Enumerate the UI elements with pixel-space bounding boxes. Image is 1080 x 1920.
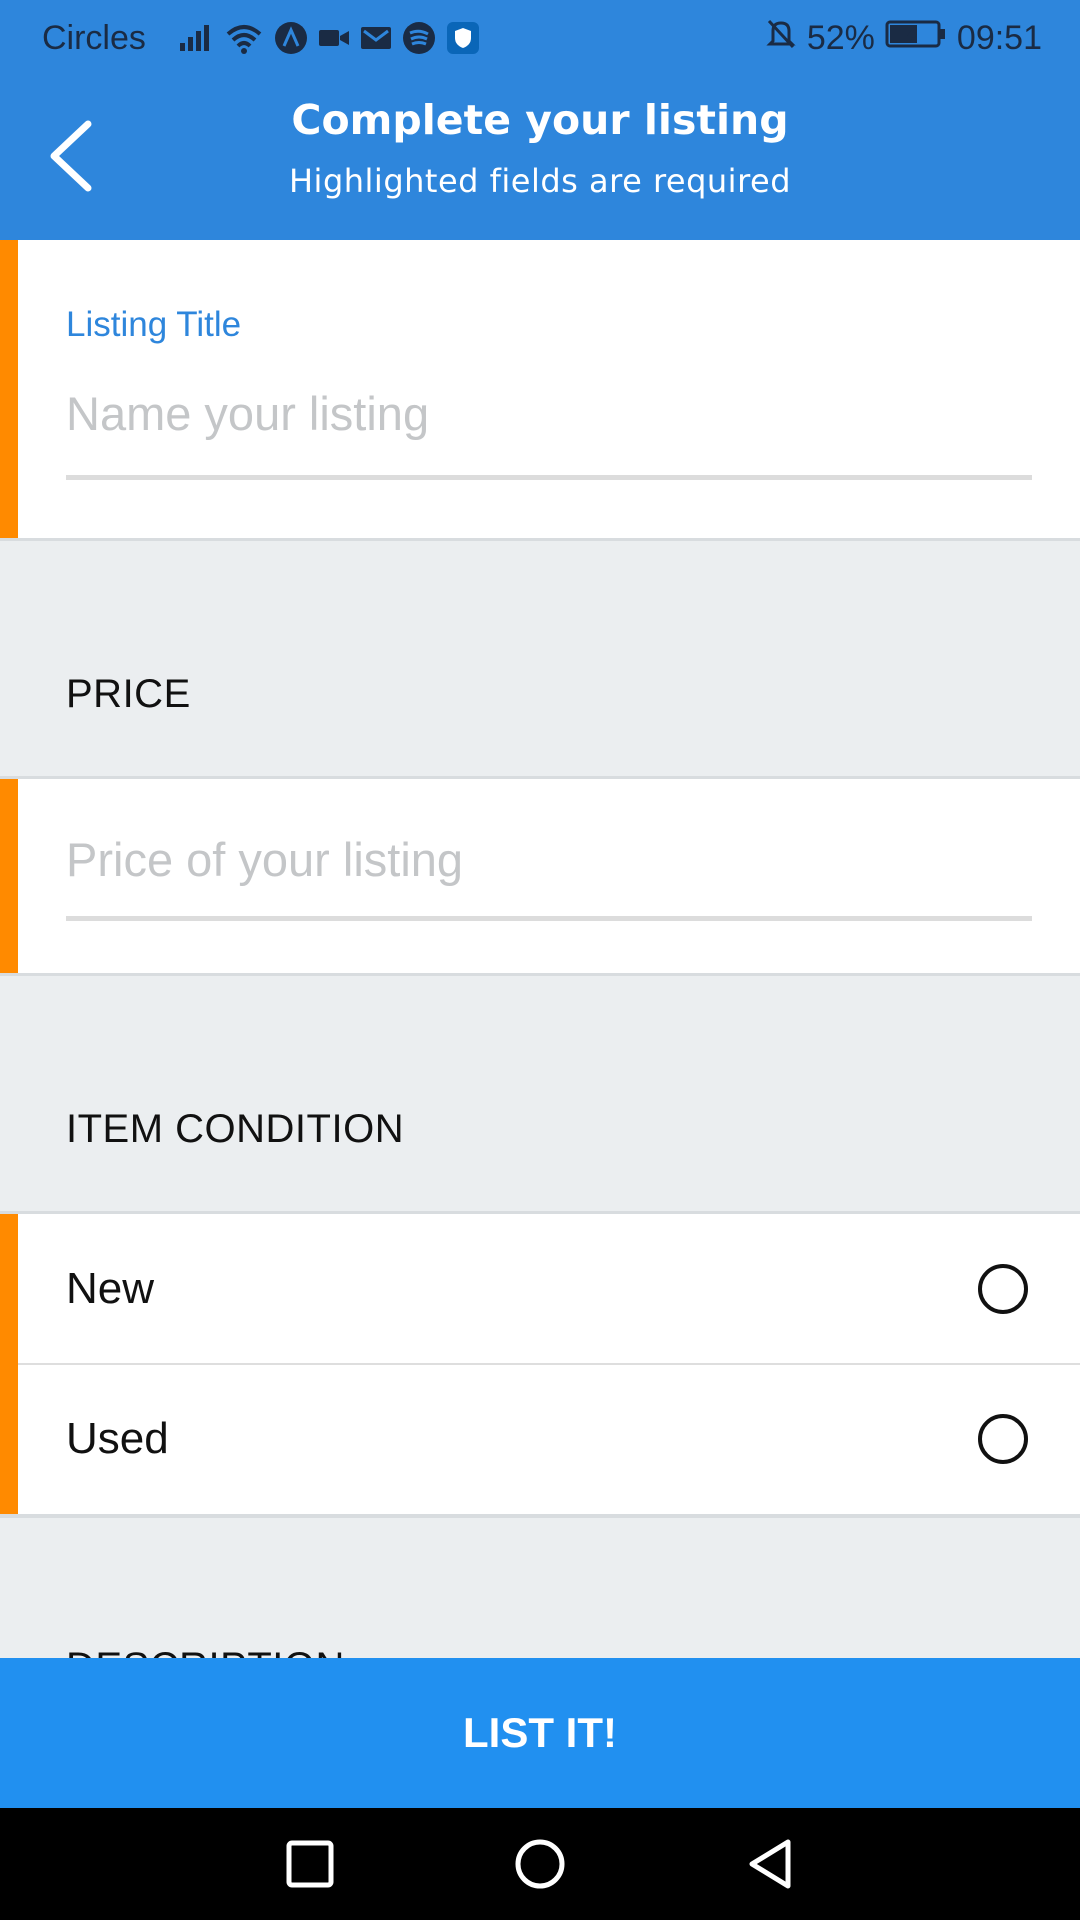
recents-button[interactable] — [280, 1834, 340, 1894]
home-button[interactable] — [510, 1834, 570, 1894]
system-nav-bar — [0, 1808, 1080, 1920]
status-bar: Circles 52% 09:51 — [0, 0, 1080, 76]
video-icon — [318, 26, 350, 50]
option-label: New — [66, 1264, 155, 1313]
circle-icon — [515, 1839, 565, 1889]
required-marker — [0, 240, 18, 538]
mute-bell-icon — [765, 17, 797, 60]
listing-title-section: Listing Title — [0, 240, 1080, 538]
app-header: Complete your listing Highlighted fields… — [0, 76, 1080, 240]
condition-option-used[interactable]: Used — [0, 1364, 1080, 1514]
signal-icon — [178, 23, 214, 53]
shield-icon — [446, 21, 480, 55]
listing-title-input[interactable] — [66, 378, 1032, 448]
wifi-icon — [224, 22, 264, 54]
option-label: Used — [66, 1414, 169, 1463]
app-a-icon — [274, 21, 308, 55]
required-marker — [0, 779, 18, 973]
price-underline — [66, 916, 1032, 921]
condition-section-label: ITEM CONDITION — [66, 1107, 405, 1151]
square-icon — [286, 1840, 334, 1888]
carrier-name: Circles — [42, 18, 146, 57]
price-section-label: PRICE — [66, 672, 191, 716]
listing-title-label: Listing Title — [66, 305, 242, 344]
triangle-back-icon — [749, 1839, 791, 1889]
page-subtitle: Highlighted fields are required — [288, 162, 792, 200]
price-input[interactable] — [66, 824, 1032, 894]
divider — [0, 538, 1080, 541]
listing-title-underline — [66, 475, 1032, 480]
divider — [0, 1514, 1080, 1518]
radio-button-used[interactable] — [978, 1414, 1028, 1464]
spotify-icon — [402, 21, 436, 55]
divider — [0, 973, 1080, 976]
back-nav-button[interactable] — [740, 1834, 800, 1894]
list-it-button[interactable]: LIST IT! — [0, 1658, 1080, 1808]
page-title: Complete your listing — [291, 96, 789, 144]
battery-icon — [885, 19, 947, 58]
condition-section: New Used — [0, 1214, 1080, 1514]
mail-icon — [360, 25, 392, 51]
condition-option-new[interactable]: New — [0, 1214, 1080, 1364]
clock: 09:51 — [956, 18, 1042, 57]
price-section — [0, 779, 1080, 973]
radio-button-new[interactable] — [978, 1264, 1028, 1314]
battery-percent: 52% — [806, 18, 875, 57]
